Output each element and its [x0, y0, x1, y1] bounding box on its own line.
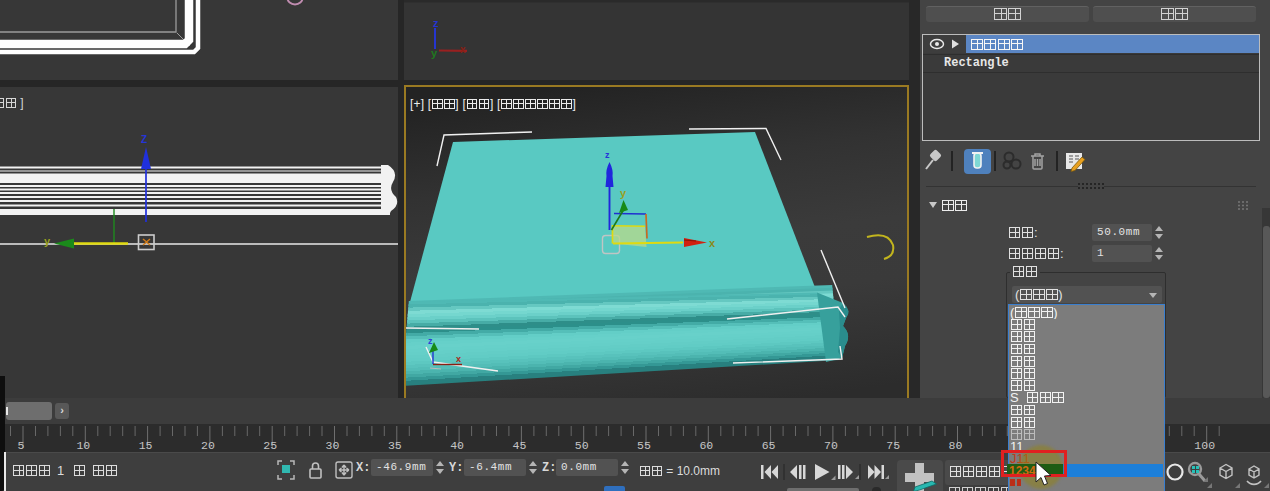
- svg-text:30: 30: [326, 439, 340, 452]
- svg-text:75: 75: [886, 439, 900, 452]
- svg-text:5: 5: [18, 439, 25, 452]
- svg-text:55: 55: [637, 439, 651, 452]
- svg-text:15: 15: [139, 439, 153, 452]
- svg-text:100: 100: [1194, 439, 1215, 452]
- svg-text:65: 65: [762, 439, 776, 452]
- svg-text:35: 35: [388, 439, 402, 452]
- svg-text:60: 60: [699, 439, 713, 452]
- svg-text:80: 80: [949, 439, 963, 452]
- svg-text:25: 25: [263, 439, 277, 452]
- svg-text:40: 40: [450, 439, 464, 452]
- svg-text:50: 50: [575, 439, 589, 452]
- svg-text:70: 70: [824, 439, 838, 452]
- svg-text:20: 20: [201, 439, 215, 452]
- svg-text:45: 45: [512, 439, 526, 452]
- svg-text:10: 10: [76, 439, 90, 452]
